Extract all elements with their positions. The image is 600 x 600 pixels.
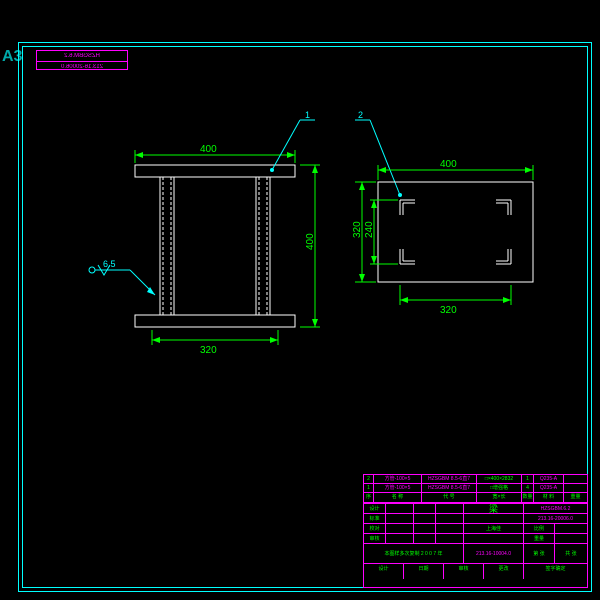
dim-bottom-right: 320 bbox=[440, 305, 457, 316]
dim-h2-right: 240 bbox=[364, 221, 375, 238]
bom-table: 2 方管-100×5 HZSGBM 8.5-6直7 □×400×2832 1 Q… bbox=[363, 474, 588, 503]
bom-row: 1 方管-100×5 HZSGBM 8.5-6直7 □增强格 4 Q235-A bbox=[364, 484, 587, 493]
bom-header: 序号 名 称 代 号 宽×长 数量 材 料 重量 bbox=[364, 493, 587, 502]
leader-1: 1 bbox=[305, 110, 310, 120]
dim-h1-right: 320 bbox=[352, 221, 363, 238]
part-title: 梁 bbox=[464, 504, 524, 513]
dim-bottom-left: 320 bbox=[200, 345, 217, 356]
front-view bbox=[135, 165, 295, 327]
dim-top-left: 400 bbox=[200, 144, 217, 155]
title-block: 设计 梁 HZSGBM.6.2 标准 213.16-20006.0 校对 上海佳… bbox=[363, 503, 588, 588]
dim-height-left: 400 bbox=[305, 233, 316, 250]
leader-2: 2 bbox=[358, 110, 363, 120]
weld-symbol: 6.5 bbox=[89, 259, 155, 295]
bom-row: 2 方管-100×5 HZSGBM 8.5-6直7 □×400×2832 1 Q… bbox=[364, 475, 587, 484]
dim-top-right: 400 bbox=[440, 159, 457, 170]
dims-right: 400 320 320 240 bbox=[352, 159, 533, 316]
weld-size: 6.5 bbox=[103, 259, 116, 269]
top-view bbox=[378, 182, 533, 282]
